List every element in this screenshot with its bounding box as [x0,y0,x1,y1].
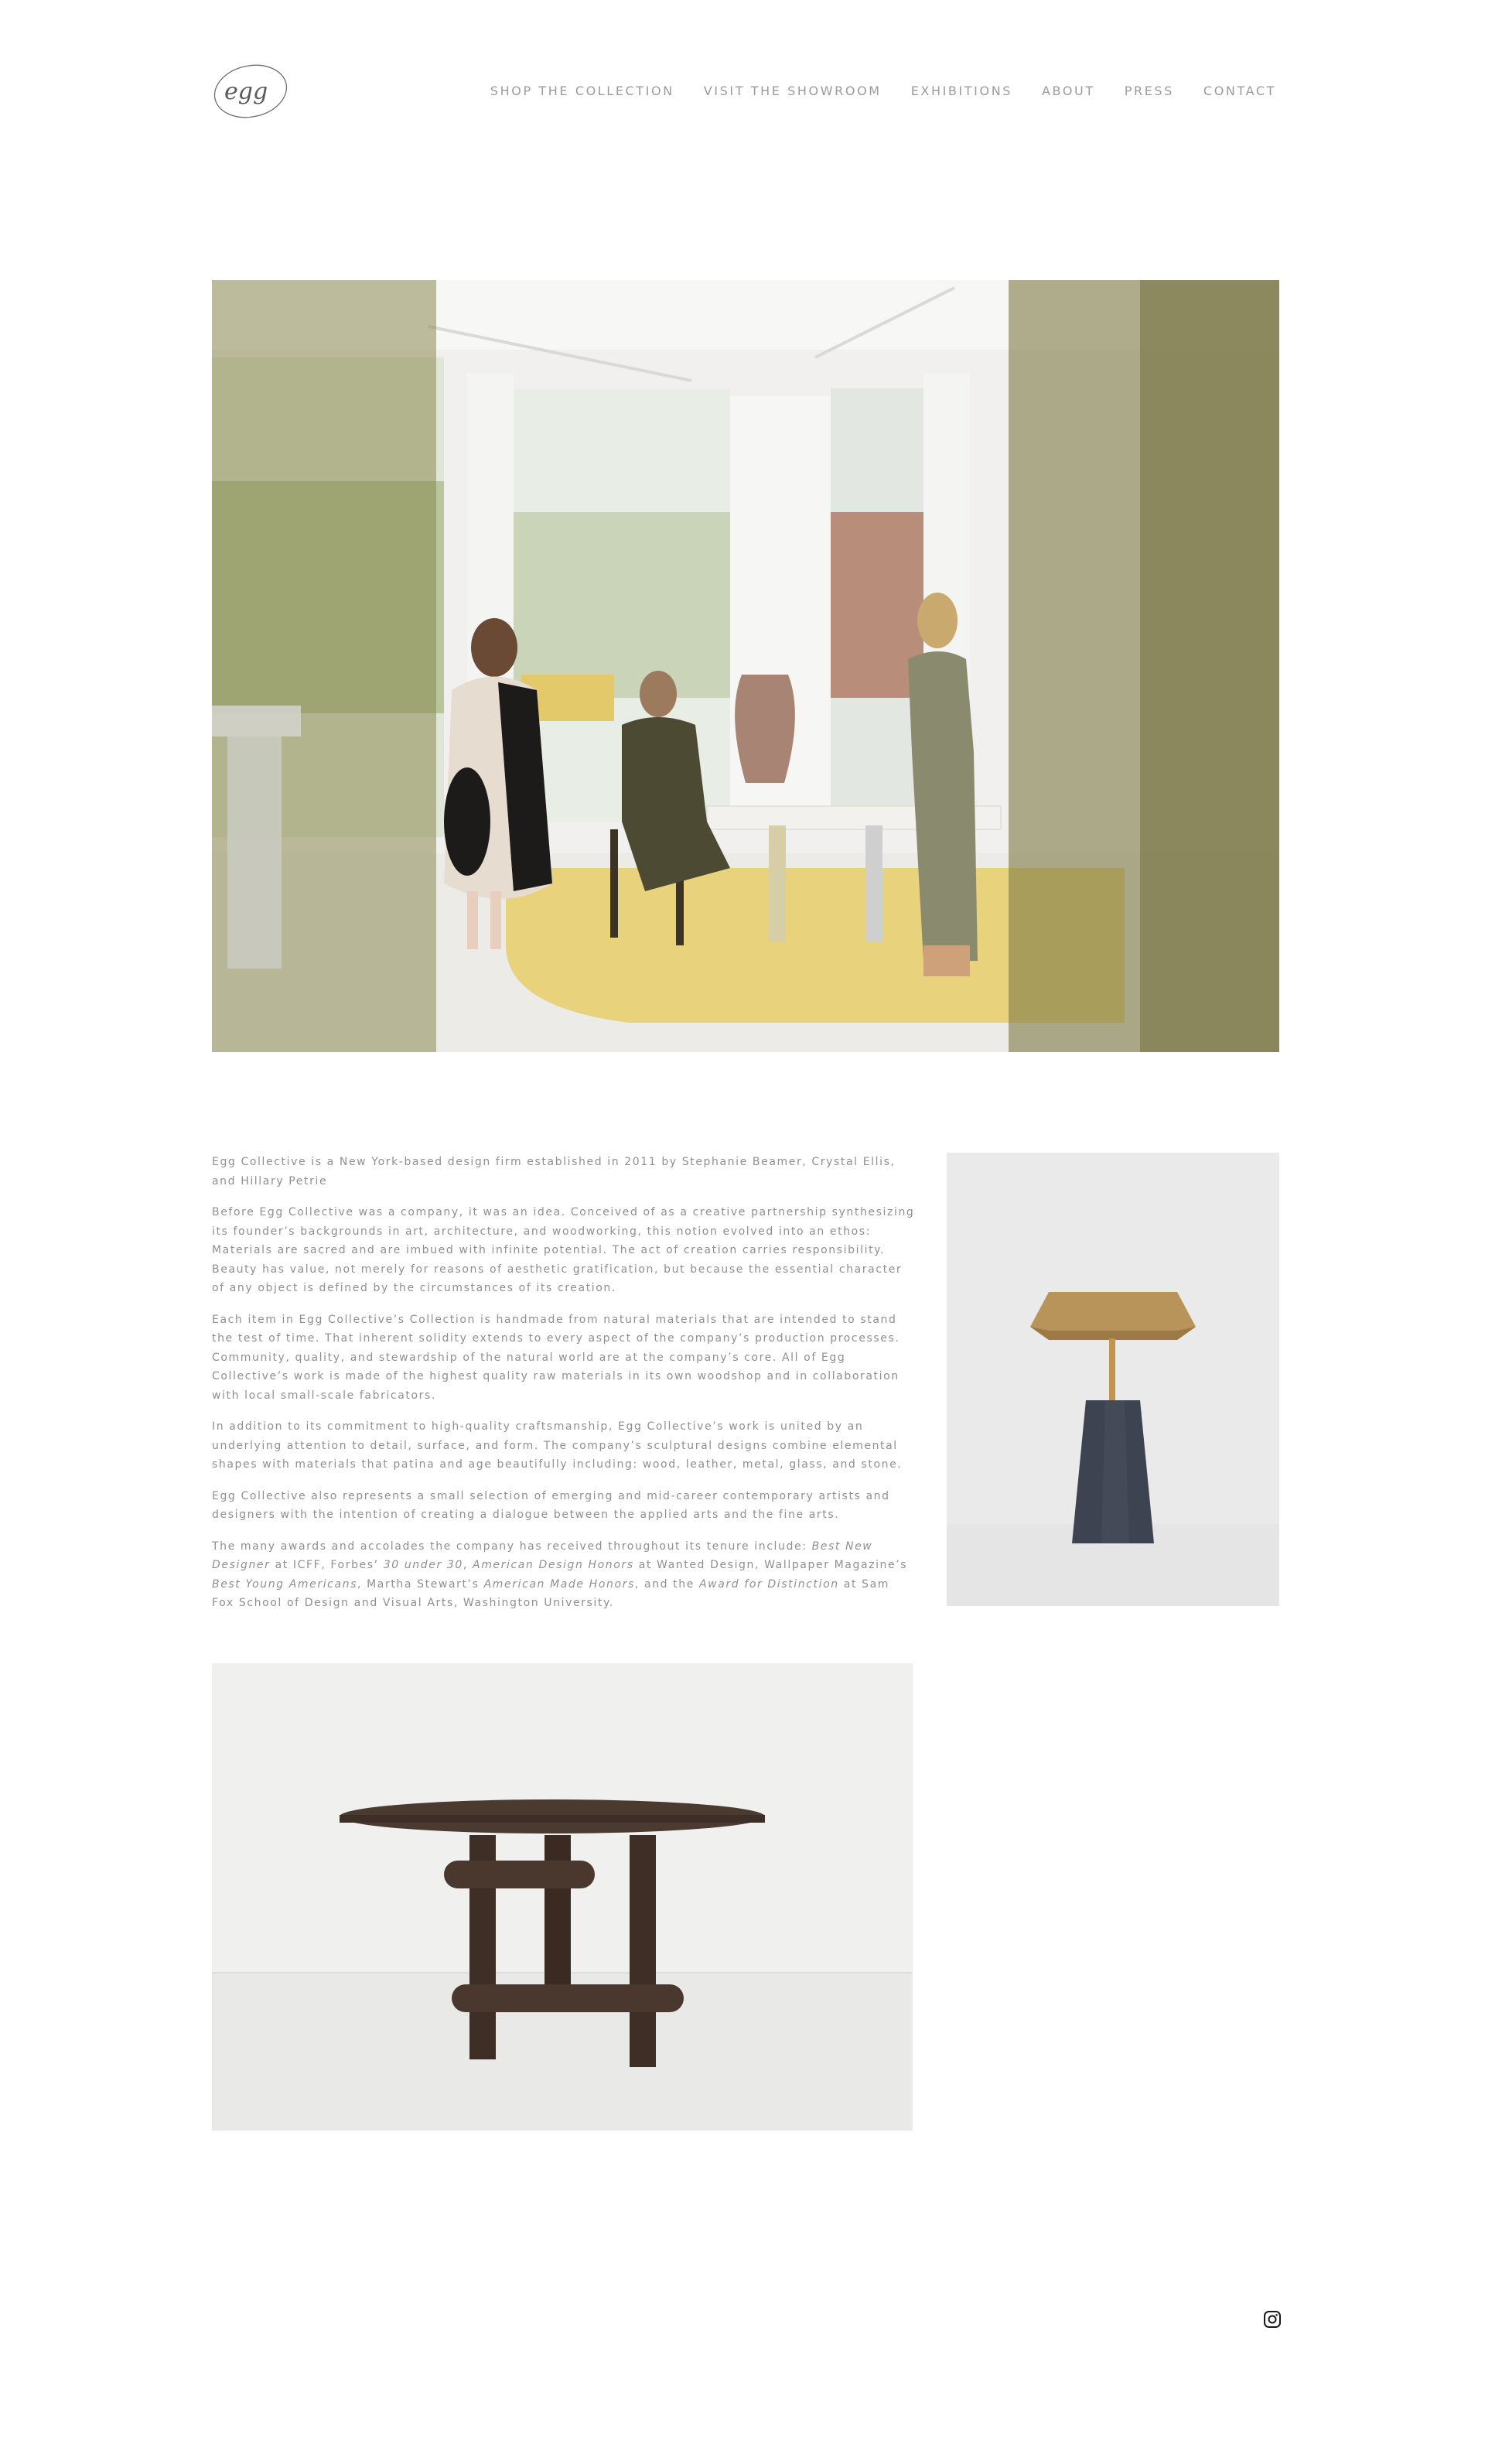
nav-shop-the-collection[interactable]: SHOP THE COLLECTION [490,84,674,98]
about-paragraph-idea: Before Egg Collective was a company, it … [212,1206,915,1294]
instagram-icon[interactable] [1263,2310,1282,2329]
logo-text: egg [224,78,268,105]
awards-text: , and the [634,1577,699,1591]
award-name: American Design Honors [473,1559,634,1571]
nav-press[interactable]: PRESS [1125,84,1174,98]
about-paragraph-craftsmanship: In addition to its commitment to high-qu… [212,1420,903,1471]
awards-text: , [463,1559,473,1571]
award-name: Best Young Americans [212,1577,358,1591]
main-nav: SHOP THE COLLECTION VISIT THE SHOWROOM E… [490,84,1276,98]
about-text: Egg Collective is a New York-based desig… [212,1153,916,1625]
logo[interactable]: egg [212,60,291,122]
side-table-image [947,1153,1279,1606]
nav-about[interactable]: ABOUT [1042,84,1095,98]
award-name: Award for Distinction [699,1577,839,1591]
about-paragraph-artists: Egg Collective also represents a small s… [212,1489,890,1522]
award-name: 30 under 30 [383,1559,463,1571]
dining-table-image [212,1663,913,2131]
nav-contact[interactable]: CONTACT [1203,84,1276,98]
about-paragraph-collection: Each item in Egg Collective’s Collection… [212,1313,900,1402]
awards-text: The many awards and accolades the compan… [212,1540,812,1553]
logo-mark: egg [213,64,288,118]
hero-image [212,280,1279,1052]
award-name: American Made Honors [483,1577,635,1591]
round-dining-table-photo [212,1663,913,2131]
nav-exhibitions[interactable]: EXHIBITIONS [911,84,1012,98]
awards-text: at ICFF, Forbes’ [270,1559,384,1571]
showroom-photo [212,280,1279,1052]
nav-visit-the-showroom[interactable]: VISIT THE SHOWROOM [704,84,882,98]
awards-text: at Wanted Design, Wallpaper Magazine’s [633,1559,908,1571]
about-paragraph-intro: Egg Collective is a New York-based desig… [212,1156,896,1188]
awards-text: , Martha Stewart’s [357,1577,484,1591]
about-paragraph-awards: The many awards and accolades the compan… [212,1537,916,1613]
hexagon-side-table-photo [947,1153,1279,1606]
